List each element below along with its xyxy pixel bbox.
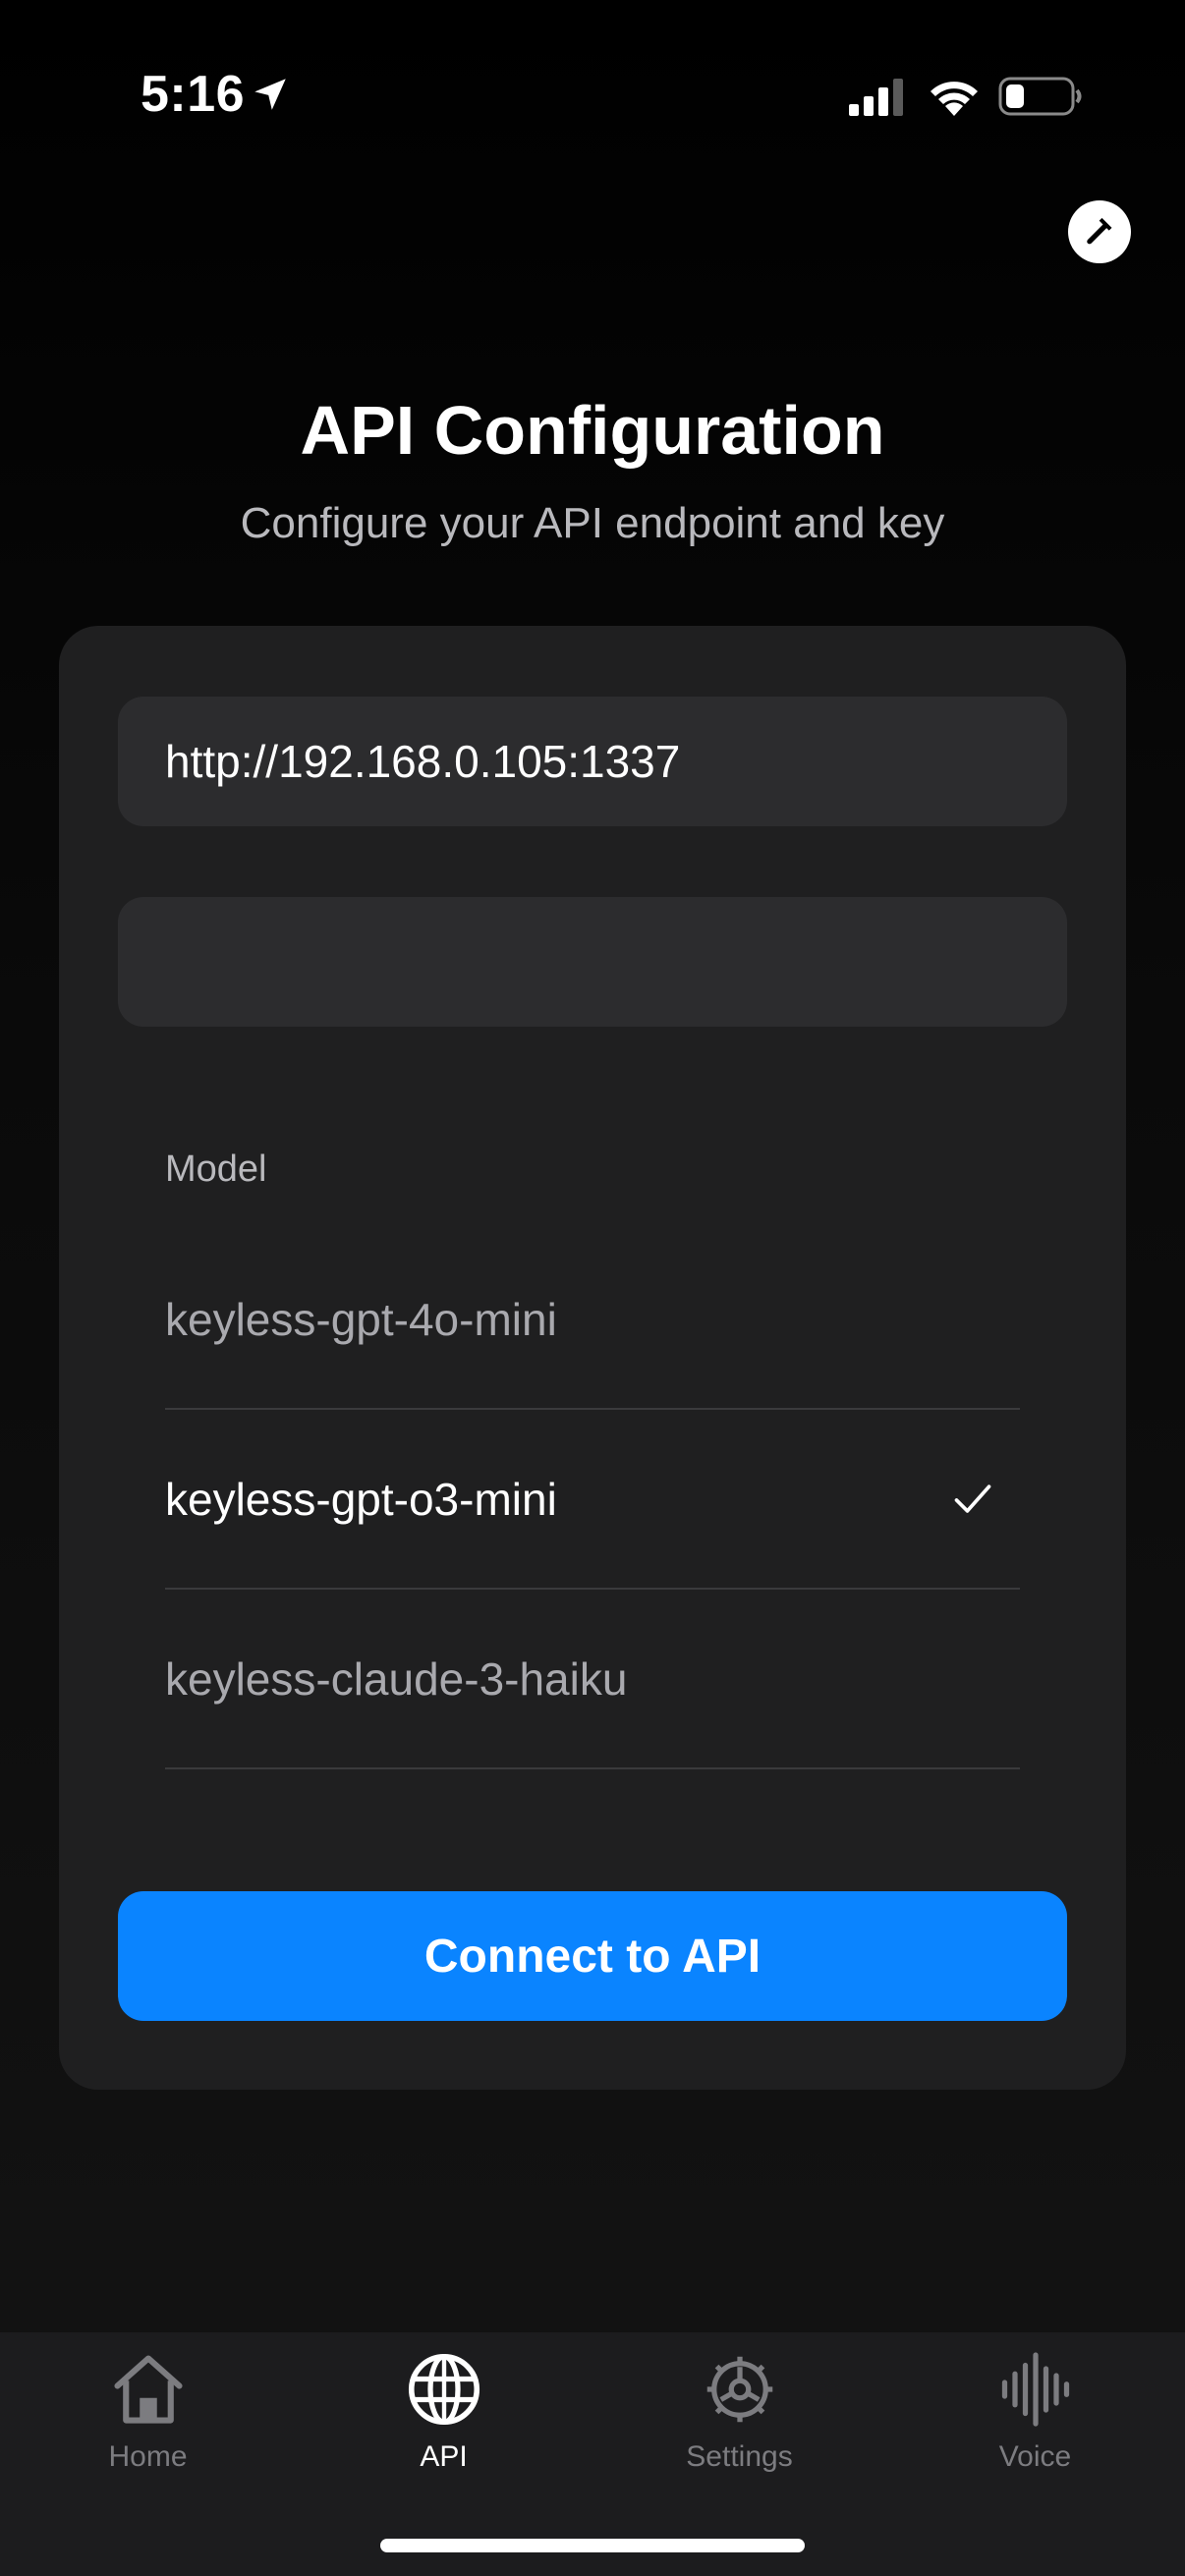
developer-tools-button[interactable] <box>1068 200 1131 263</box>
tab-label: Home <box>108 2440 188 2473</box>
model-option[interactable]: keyless-gpt-4o-mini <box>165 1230 1020 1410</box>
page-title: API Configuration <box>300 392 885 469</box>
tab-api[interactable]: API <box>296 2332 592 2490</box>
house-icon <box>113 2355 183 2424</box>
model-option[interactable]: keyless-claude-3-haiku <box>165 1590 1020 1769</box>
tab-home[interactable]: Home <box>0 2332 296 2490</box>
battery-icon <box>998 77 1082 116</box>
wifi-icon <box>931 82 978 116</box>
connect-button[interactable]: Connect to API <box>118 1891 1067 2021</box>
cellular-signal-icon <box>849 79 903 116</box>
tab-voice[interactable]: Voice <box>887 2332 1183 2490</box>
status-bar: 5:16 <box>0 0 1185 196</box>
model-section-label: Model <box>165 1148 267 1190</box>
tab-label: Voice <box>998 2440 1072 2473</box>
tab-label: API <box>420 2440 468 2473</box>
tab-settings[interactable]: Settings <box>592 2332 887 2490</box>
api-configuration-screen: 5:16 API Configuration Configure your AP… <box>0 0 1185 2576</box>
status-time: 5:16 <box>141 66 246 123</box>
location-arrow-icon <box>254 79 286 110</box>
model-option-label: keyless-claude-3-haiku <box>165 1652 628 1705</box>
checkmark-icon <box>954 1484 991 1513</box>
waveform-icon <box>1001 2352 1069 2427</box>
globe-icon <box>408 2353 480 2426</box>
tab-label: Settings <box>686 2440 793 2473</box>
page-subtitle: Configure your API endpoint and key <box>240 499 945 547</box>
endpoint-input[interactable] <box>118 697 1067 826</box>
gear-icon <box>706 2356 772 2423</box>
model-option-selected[interactable]: keyless-gpt-o3-mini <box>165 1410 1020 1590</box>
model-option-label: keyless-gpt-4o-mini <box>165 1293 557 1345</box>
model-option-label: keyless-gpt-o3-mini <box>165 1473 557 1525</box>
home-indicator <box>380 2539 805 2552</box>
api-key-input[interactable] <box>118 897 1067 1027</box>
hammer-icon <box>1087 217 1112 245</box>
configuration-card: Model keyless-gpt-4o-mini keyless-gpt-o3… <box>59 626 1126 2090</box>
